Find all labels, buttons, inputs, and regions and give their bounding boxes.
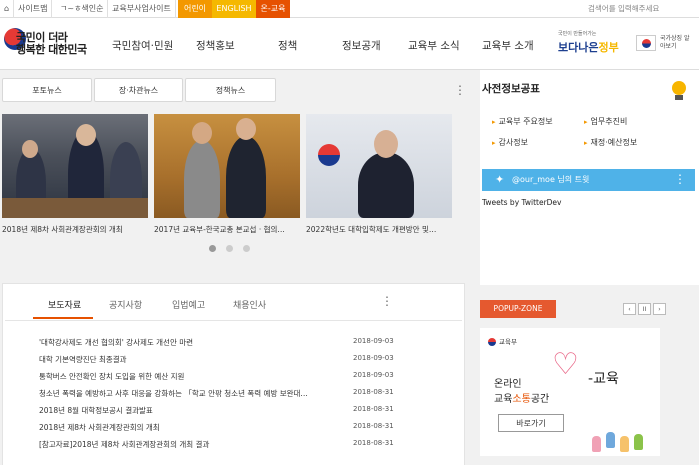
news-photo [154, 114, 300, 218]
twitter-attribution[interactable]: Tweets by TwitterDev [482, 198, 561, 207]
list-item-title[interactable]: [참고자료]2018년 제8차 사회관계장관회의 개최 결과 [39, 439, 331, 450]
list-item-title[interactable]: 2018년 제8차 사회관계장관회의 개최 [39, 422, 331, 433]
list-item-date: 2018-09-03 [353, 371, 394, 379]
index-link[interactable]: ㄱ~ㅎ색인순 [56, 0, 108, 18]
kids-link[interactable]: 어린이 [178, 0, 212, 18]
people-illustration [592, 428, 652, 452]
popup-zone-label: POPUP-ZONE [480, 300, 556, 318]
popup-prev-button[interactable]: ‹ [623, 303, 636, 315]
carousel-dot[interactable] [209, 245, 216, 252]
nav-policy-pr[interactable]: 정책홍보 [196, 38, 235, 53]
tab-minister-news[interactable]: 장·차관뉴스 [94, 78, 183, 102]
twitter-more-menu-icon[interactable]: ⋮ [674, 173, 686, 185]
list-item-date: 2018-09-03 [353, 354, 394, 362]
site-logo[interactable]: 국민이 더라 행복한 대한민국 [4, 26, 88, 62]
sitemap-link[interactable]: 사이트맵 [14, 0, 52, 18]
on-education-link[interactable]: 온-교육 [256, 0, 290, 18]
list-item-title[interactable]: 대학 기본역량진단 최종결과 [39, 354, 331, 365]
news-more-menu-icon[interactable]: ⋮ [454, 84, 466, 96]
prepublish-link[interactable]: 업무추진비 [584, 116, 628, 127]
taegukgi-flag-icon [636, 35, 656, 51]
better-gov-accent: 정부 [598, 41, 619, 54]
better-government-banner[interactable]: 국민이 만들어가는 보다나은정부 [556, 30, 619, 58]
carousel-dot[interactable] [243, 245, 250, 252]
popup-edu-word: -교육 [588, 371, 619, 387]
prepublish-panel: 사전정보공표 교육부 주요정보 업무추진비 감사정보 재정·예산정보 ✦ @ou… [480, 70, 699, 285]
national-symbol-label: 국가상징 알아보기 [660, 35, 690, 50]
list-item-date: 2018-08-31 [353, 405, 394, 413]
tab-policy-news[interactable]: 정책뉴스 [185, 78, 276, 102]
list-item-title[interactable]: 통학버스 안전확인 장치 도입을 위한 예산 지원 [39, 371, 331, 382]
twitter-handle: @our_moe 님의 트윗 [512, 175, 590, 184]
popup-line1: 온라인 [494, 379, 522, 390]
better-gov-small-text: 국민이 만들어가는 [558, 31, 597, 37]
nav-about[interactable]: 교육부 소개 [482, 38, 534, 53]
prepublish-link[interactable]: 감사정보 [492, 137, 528, 148]
popup-go-button[interactable]: 바로가기 [498, 414, 564, 432]
prepublish-title: 사전정보공표 [482, 83, 540, 95]
list-item-title[interactable]: 청소년 폭력을 예방하고 사후 대응을 강화하는 「학교 안팎 청소년 폭력 예… [39, 388, 331, 399]
list-item-title[interactable]: '대학강사제도 개선 협의회' 강사제도 개선안 마련 [39, 337, 331, 348]
popup-line2-prefix: 교육 [494, 394, 513, 405]
nav-disclosure[interactable]: 정보공개 [342, 38, 381, 53]
popup-zone: POPUP-ZONE ‹ II › 교육부 ♡ -교육 온라인 교육소통공간 바… [480, 300, 690, 465]
list-item-title[interactable]: 2018년 8월 대학정보공시 결과발표 [39, 405, 331, 416]
popup-edu-word-text: 교육 [593, 371, 619, 387]
active-tab-underline [33, 317, 93, 319]
twitter-bird-icon: ✦ [495, 173, 505, 186]
list-item-date: 2018-08-31 [353, 439, 394, 447]
tab-divider [5, 320, 462, 321]
carousel-pagination [209, 245, 259, 253]
nav-news[interactable]: 교육부 소식 [408, 38, 460, 53]
twitter-bar[interactable]: ✦ @our_moe 님의 트윗 [482, 169, 695, 191]
carousel-dot[interactable] [226, 245, 233, 252]
news-caption: 2018년 제8차 사회관계장관회의 개최 [2, 225, 123, 234]
project-sites-link[interactable]: 교육부사업사이트 [108, 0, 176, 18]
popup-org: 교육부 [488, 336, 517, 346]
nav-participation[interactable]: 국민참여·민원 [112, 38, 173, 53]
site-header: 국민이 더라 행복한 대한민국 국민참여·민원 정책홍보 정책 정보공개 교육부… [0, 18, 699, 70]
logo-slogan: 국민이 더라 행복한 대한민국 [16, 32, 87, 56]
news-card[interactable]: 2017년 교육부-한국교총 본교섭 · 협의… [154, 114, 300, 235]
better-gov-title: 보다나은정부 [558, 39, 619, 55]
logo-slogan-line2: 행복한 대한민국 [16, 43, 87, 56]
popup-banner[interactable]: 교육부 ♡ -교육 온라인 교육소통공간 바로가기 [480, 328, 660, 456]
top-utility-bar: ⌂ 사이트맵 ㄱ~ㅎ색인순 교육부사업사이트 어린이 ENGLISH 온-교육 … [0, 0, 699, 18]
news-caption: 2022학년도 대학입학제도 개편방안 및… [306, 225, 437, 234]
popup-line2: 교육소통공간 [494, 390, 549, 405]
news-card[interactable]: 2018년 제8차 사회관계장관회의 개최 [2, 114, 148, 235]
prepublish-link[interactable]: 교육부 주요정보 [492, 116, 553, 127]
popup-line2-accent: 소통 [512, 394, 531, 405]
list-item-date: 2018-08-31 [353, 422, 394, 430]
list-item-date: 2018-08-31 [353, 388, 394, 396]
news-photo [2, 114, 148, 218]
board-more-menu-icon[interactable]: ⋮ [381, 295, 393, 307]
prepublish-link[interactable]: 재정·예산정보 [584, 137, 638, 148]
news-card[interactable]: 2022학년도 대학입학제도 개편방안 및… [306, 114, 452, 235]
english-link[interactable]: ENGLISH [212, 0, 256, 18]
search-input[interactable]: 검색어를 입력해주세요 [588, 0, 693, 18]
news-caption: 2017년 교육부-한국교총 본교섭 · 협의… [154, 225, 285, 234]
tab-press-release[interactable]: 보도자료 [48, 298, 81, 311]
popup-pause-button[interactable]: II [638, 303, 651, 315]
lightbulb-icon [666, 73, 692, 107]
tab-photo-news[interactable]: 포토뉴스 [2, 78, 92, 102]
tab-recruitment[interactable]: 채용인사 [233, 298, 266, 311]
tab-legislation[interactable]: 입법예고 [172, 298, 205, 311]
home-icon[interactable]: ⌂ [0, 0, 14, 18]
heart-icon: ♡ [552, 347, 579, 382]
better-gov-main: 보다나은 [558, 41, 599, 54]
press-board: 보도자료 공지사항 입법예고 채용인사 '대학강사제도 개선 협의회' 강사제도… [2, 283, 465, 465]
national-symbol-link[interactable]: 국가상징 알아보기 [634, 32, 696, 60]
popup-line2-suffix: 공간 [530, 394, 550, 405]
list-item-date: 2018-09-03 [353, 337, 394, 345]
popup-next-button[interactable]: › [653, 303, 666, 315]
news-photo [306, 114, 452, 218]
tab-notices[interactable]: 공지사항 [109, 298, 142, 311]
nav-policy[interactable]: 정책 [278, 38, 297, 53]
